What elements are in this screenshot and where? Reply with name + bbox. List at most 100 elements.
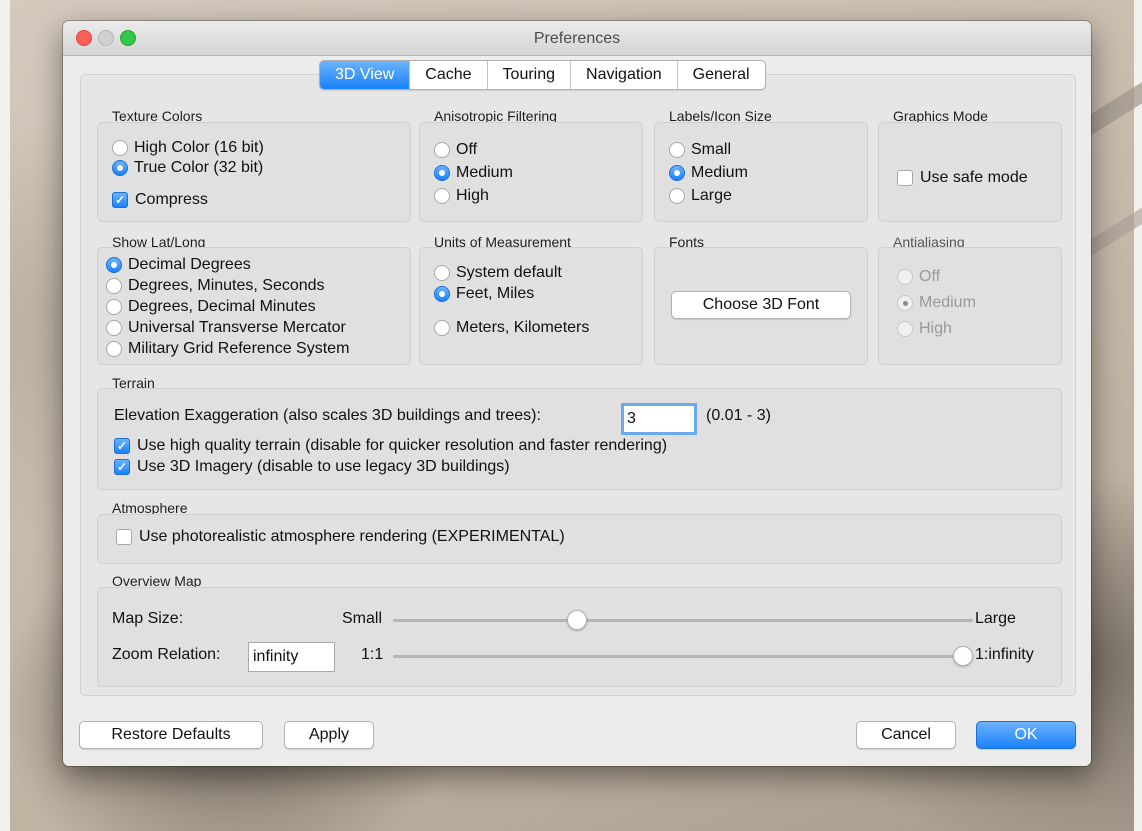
units-group: System default Feet, Miles Meters, Kilom…: [419, 247, 643, 365]
tab-general[interactable]: General: [678, 61, 765, 89]
radio-feet-miles[interactable]: Feet, Miles: [434, 285, 534, 303]
checkbox-label: Use safe mode: [920, 169, 1028, 186]
tab-3d-view[interactable]: 3D View: [320, 61, 411, 89]
checkbox-unchecked-icon: [116, 529, 132, 545]
radio-button-disabled-icon: [897, 269, 913, 285]
radio-aa-high[interactable]: High: [897, 320, 952, 338]
radio-button-selected-icon: [434, 286, 450, 302]
radio-meters-km[interactable]: Meters, Kilometers: [434, 319, 589, 337]
title-bar[interactable]: Preferences: [63, 21, 1091, 56]
option-label: Medium: [919, 294, 976, 311]
radio-button-icon: [106, 320, 122, 336]
radio-aniso-off[interactable]: Off: [434, 141, 477, 159]
photorealistic-atmosphere-checkbox[interactable]: Use photorealistic atmosphere rendering …: [116, 528, 565, 546]
radio-button-disabled-icon: [897, 321, 913, 337]
radio-button-icon: [434, 265, 450, 281]
elevation-exaggeration-input[interactable]: 3: [621, 403, 697, 435]
radio-button-icon: [669, 142, 685, 158]
overview-map-group: Map Size: Small Large Zoom Relation: inf…: [97, 587, 1062, 687]
zoom-min-label: 1:1: [361, 646, 384, 663]
elevation-range-label: (0.01 - 3): [706, 407, 771, 424]
radio-button-icon: [434, 188, 450, 204]
radio-decimal-degrees[interactable]: Decimal Degrees: [106, 256, 251, 274]
radio-true-color[interactable]: True Color (32 bit): [112, 159, 263, 177]
radio-button-icon: [112, 140, 128, 156]
radio-button-icon: [434, 320, 450, 336]
tab-navigation[interactable]: Navigation: [571, 61, 678, 89]
radio-aniso-high[interactable]: High: [434, 187, 489, 205]
tab-cache[interactable]: Cache: [410, 61, 488, 89]
map-size-slider-track[interactable]: [393, 619, 973, 622]
tab-bar: 3D View Cache Touring Navigation General: [319, 60, 766, 90]
radio-button-icon: [106, 278, 122, 294]
fonts-group: Choose 3D Font: [654, 247, 868, 365]
radio-button-selected-icon: [106, 257, 122, 273]
cancel-button[interactable]: Cancel: [856, 721, 956, 749]
radio-button-icon: [669, 188, 685, 204]
option-label: Feet, Miles: [456, 285, 535, 302]
radio-dms[interactable]: Degrees, Minutes, Seconds: [106, 277, 325, 295]
radio-button-selected-icon: [669, 165, 685, 181]
map-size-label: Map Size:: [112, 610, 184, 627]
texture-colors-group: High Color (16 bit) True Color (32 bit) …: [97, 122, 411, 222]
apply-button[interactable]: Apply: [284, 721, 374, 749]
option-label: Medium: [456, 164, 513, 181]
choose-3d-font-button[interactable]: Choose 3D Font: [671, 291, 851, 319]
window-title: Preferences: [533, 30, 621, 47]
map-size-min-label: Small: [342, 610, 383, 627]
checkbox-label: Use 3D Imagery (disable to use legacy 3D…: [137, 458, 510, 475]
option-label: Small: [691, 141, 732, 158]
radio-high-color[interactable]: High Color (16 bit): [112, 139, 264, 157]
option-label: Decimal Degrees: [128, 256, 251, 273]
radio-labels-large[interactable]: Large: [669, 187, 732, 205]
show-lat-long-group: Decimal Degrees Degrees, Minutes, Second…: [97, 247, 411, 365]
radio-utm[interactable]: Universal Transverse Mercator: [106, 319, 346, 337]
checkbox-label: Compress: [135, 191, 208, 208]
preferences-window: Preferences Texture Colors High Color (1…: [63, 21, 1091, 766]
anisotropic-filtering-group: Off Medium High: [419, 122, 643, 222]
checkbox-label: Use photorealistic atmosphere rendering …: [139, 528, 565, 545]
radio-system-default[interactable]: System default: [434, 264, 562, 282]
option-label: Degrees, Decimal Minutes: [128, 298, 316, 315]
map-size-max-label: Large: [975, 610, 1016, 627]
radio-labels-medium[interactable]: Medium: [669, 164, 748, 182]
radio-button-icon: [106, 341, 122, 357]
tab-touring[interactable]: Touring: [488, 61, 572, 89]
3d-imagery-checkbox[interactable]: Use 3D Imagery (disable to use legacy 3D…: [114, 458, 510, 476]
labels-icon-size-group: Small Medium Large: [654, 122, 868, 222]
radio-aniso-medium[interactable]: Medium: [434, 164, 513, 182]
option-label: True Color (32 bit): [134, 159, 264, 176]
map-size-slider-knob[interactable]: [566, 610, 587, 630]
background-edge-left: [0, 0, 10, 831]
radio-button-icon: [434, 142, 450, 158]
atmosphere-group: Use photorealistic atmosphere rendering …: [97, 514, 1062, 564]
zoom-relation-slider-track[interactable]: [393, 655, 973, 658]
elevation-exaggeration-label: Elevation Exaggeration (also scales 3D b…: [114, 407, 541, 424]
radio-aa-medium[interactable]: Medium: [897, 294, 976, 312]
zoom-relation-slider-knob[interactable]: [953, 646, 973, 666]
antialiasing-group: Off Medium High: [878, 247, 1062, 365]
radio-mgrs[interactable]: Military Grid Reference System: [106, 340, 349, 358]
background-edge-right: [1134, 0, 1142, 831]
safe-mode-checkbox[interactable]: Use safe mode: [897, 169, 1028, 187]
radio-button-selected-icon: [112, 160, 128, 176]
zoom-relation-input[interactable]: infinity: [248, 642, 335, 672]
radio-button-selected-icon: [434, 165, 450, 181]
option-label: Large: [691, 187, 732, 204]
option-label: Degrees, Minutes, Seconds: [128, 277, 325, 294]
option-label: Off: [919, 268, 941, 285]
option-label: System default: [456, 264, 562, 281]
radio-decimal-minutes[interactable]: Degrees, Decimal Minutes: [106, 298, 316, 316]
tab-content-panel: Texture Colors High Color (16 bit) True …: [80, 74, 1076, 696]
radio-button-disabled-selected-icon: [897, 295, 913, 311]
high-quality-terrain-checkbox[interactable]: Use high quality terrain (disable for qu…: [114, 437, 667, 455]
compress-checkbox[interactable]: Compress: [112, 191, 208, 209]
restore-defaults-button[interactable]: Restore Defaults: [79, 721, 263, 749]
radio-labels-small[interactable]: Small: [669, 141, 731, 159]
option-label: Universal Transverse Mercator: [128, 319, 346, 336]
ok-button[interactable]: OK: [976, 721, 1076, 749]
radio-aa-off[interactable]: Off: [897, 268, 940, 286]
zoom-relation-label: Zoom Relation:: [112, 646, 221, 663]
option-label: Meters, Kilometers: [456, 319, 590, 336]
option-label: High: [919, 320, 952, 337]
